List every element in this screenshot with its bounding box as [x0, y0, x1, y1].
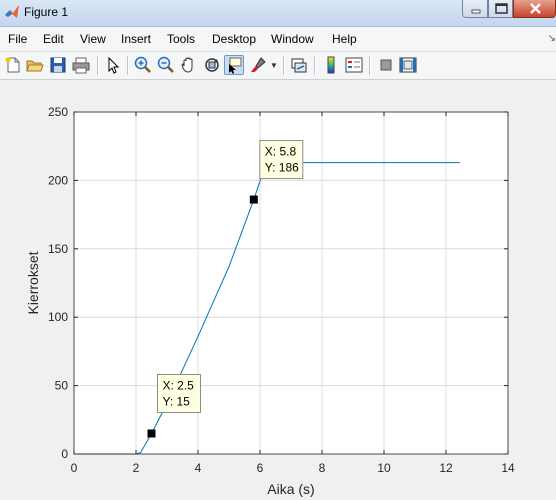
- y-tick-label: 50: [55, 379, 69, 393]
- y-tick-label: 150: [48, 242, 68, 256]
- x-tick-label: 8: [319, 461, 326, 475]
- insert-legend-icon[interactable]: [344, 55, 364, 75]
- title-bar: Figure 1: [0, 0, 556, 27]
- close-button[interactable]: [513, 0, 556, 18]
- toolbar-separator: [369, 56, 371, 75]
- menu-desktop[interactable]: Desktop: [212, 32, 256, 46]
- x-tick-label: 14: [501, 461, 515, 475]
- x-tick-label: 10: [377, 461, 391, 475]
- minimize-button[interactable]: [462, 0, 488, 18]
- matlab-logo-icon: [4, 4, 20, 20]
- plot-svg: 0 2 4 6 8 10 12 14 0 50 100 150 200 250 Aika (s) Kier…: [25, 105, 515, 497]
- menu-help[interactable]: Help: [332, 32, 357, 46]
- datatip-y-text: Y: 186: [265, 161, 299, 175]
- zoom-out-icon[interactable]: [156, 55, 176, 75]
- insert-colorbar-icon[interactable]: [321, 55, 341, 75]
- x-tick-label: 6: [257, 461, 264, 475]
- menu-window[interactable]: Window: [271, 32, 314, 46]
- open-file-icon[interactable]: [25, 55, 45, 75]
- datatip-y-text: Y: 15: [163, 394, 191, 408]
- brush-icon[interactable]: [248, 55, 268, 75]
- toolbar-separator: [97, 56, 99, 75]
- menu-edit[interactable]: Edit: [43, 32, 64, 46]
- link-plot-icon[interactable]: [289, 55, 309, 75]
- figure-canvas: 0 2 4 6 8 10 12 14 0 50 100 150 200 250 Aika (s) Kier…: [0, 80, 556, 500]
- toolbar-separator: [127, 56, 129, 75]
- y-tick-label: 0: [61, 447, 68, 461]
- x-tick-label: 2: [133, 461, 140, 475]
- x-tick-label: 0: [71, 461, 78, 475]
- datatip-marker[interactable]: [147, 429, 156, 438]
- show-plot-tools-icon[interactable]: [398, 55, 418, 75]
- toolbar-separator: [314, 56, 316, 75]
- y-tick-label: 200: [48, 173, 68, 187]
- edit-plot-arrow-icon[interactable]: [103, 55, 123, 75]
- data-cursor-icon[interactable]: [224, 55, 244, 75]
- menu-tools[interactable]: Tools: [167, 32, 195, 46]
- menu-bar: File Edit View Insert Tools Desktop Wind…: [0, 27, 556, 52]
- menu-view[interactable]: View: [80, 32, 106, 46]
- x-tick-label: 4: [195, 461, 202, 475]
- datatip-x-text: X: 2.5: [163, 378, 195, 392]
- print-icon[interactable]: [71, 55, 91, 75]
- window-title: Figure 1: [24, 5, 69, 19]
- pan-hand-icon[interactable]: [179, 55, 199, 75]
- brush-dropdown-icon[interactable]: ▼: [270, 61, 278, 70]
- rotate-3d-icon[interactable]: [202, 55, 222, 75]
- datatip-marker[interactable]: [249, 195, 258, 204]
- datatip-x-text: X: 5.8: [265, 145, 297, 159]
- save-icon[interactable]: [48, 55, 68, 75]
- y-axis-label: Kierrokset: [25, 251, 41, 314]
- dock-arrow-icon[interactable]: ↘: [548, 33, 556, 44]
- menu-insert[interactable]: Insert: [121, 32, 151, 46]
- new-figure-icon[interactable]: [3, 55, 23, 75]
- y-tick-label: 100: [48, 310, 68, 324]
- zoom-in-icon[interactable]: [133, 55, 153, 75]
- hide-plot-tools-icon[interactable]: [376, 55, 396, 75]
- maximize-button[interactable]: [488, 0, 513, 18]
- x-axis-label: Aika (s): [267, 481, 314, 497]
- menu-file[interactable]: File: [8, 32, 27, 46]
- toolbar-separator: [283, 56, 285, 75]
- x-tick-label: 12: [439, 461, 453, 475]
- figure-toolbar: ▼: [0, 52, 556, 80]
- y-tick-label: 250: [48, 105, 68, 119]
